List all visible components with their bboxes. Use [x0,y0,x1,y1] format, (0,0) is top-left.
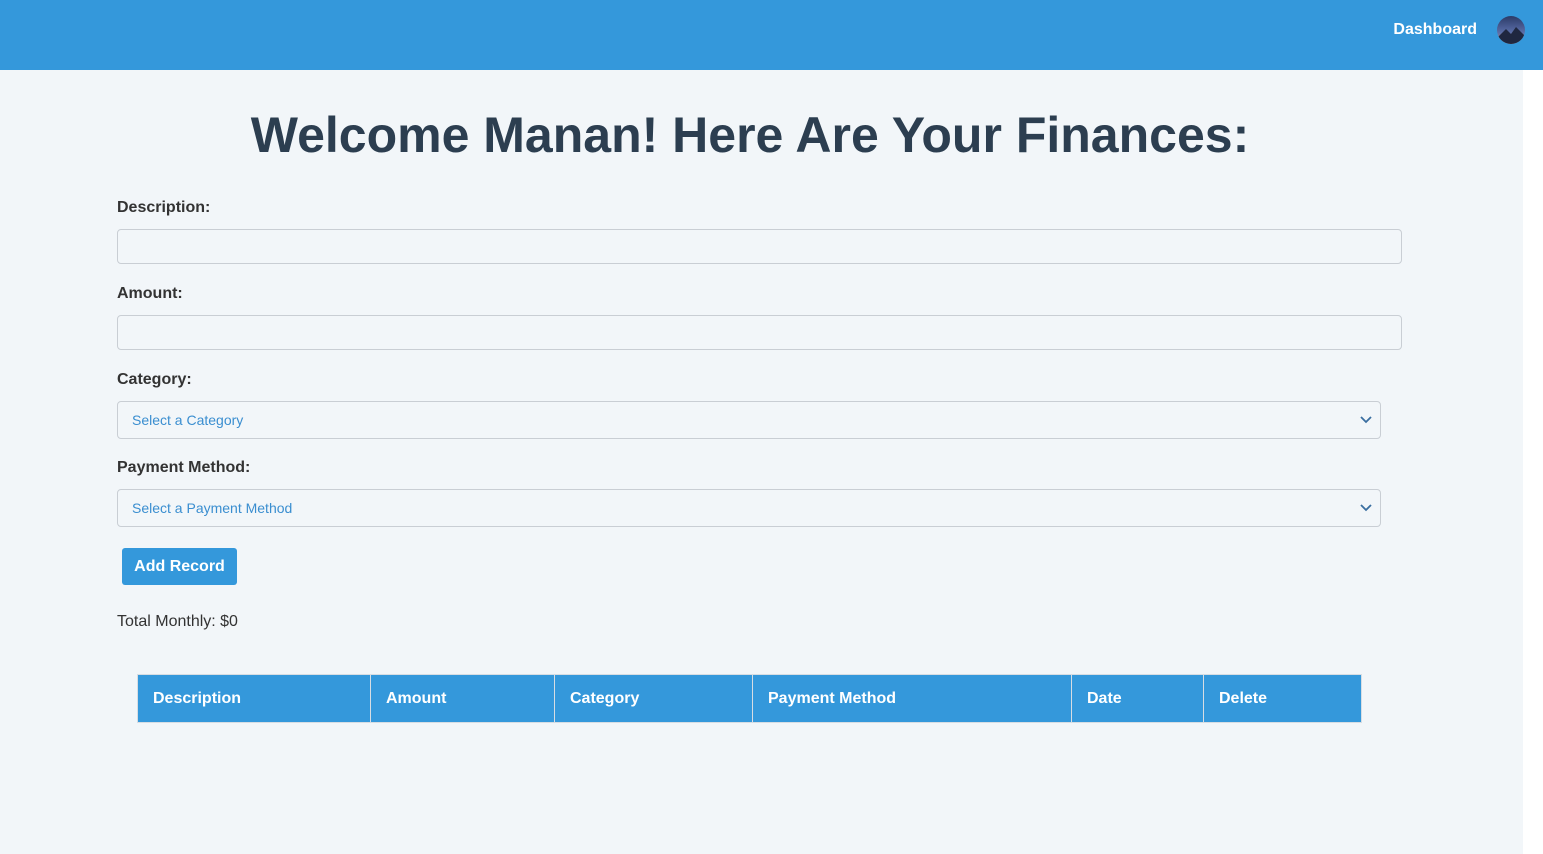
top-navbar: Dashboard [0,0,1543,70]
column-header-category: Category [555,675,753,722]
description-input[interactable] [117,229,1402,264]
column-header-date: Date [1072,675,1204,722]
column-header-description: Description [138,675,371,722]
category-select[interactable]: Select a Category [117,401,1381,439]
records-table-header: Description Amount Category Payment Meth… [137,674,1362,723]
chevron-down-icon [1360,402,1372,438]
payment-method-select[interactable]: Select a Payment Method [117,489,1381,527]
page-title: Welcome Manan! Here Are Your Finances: [250,107,1250,163]
dashboard-link[interactable]: Dashboard [1393,20,1477,40]
payment-method-label: Payment Method: [117,459,251,476]
column-header-delete: Delete [1219,690,1268,707]
category-label: Category: [117,371,192,388]
add-record-button[interactable]: Add Record [122,548,237,585]
description-label: Description: [117,199,211,216]
total-monthly: Total Monthly: $0 [117,613,238,630]
category-select-value: Select a Category [132,412,244,428]
user-avatar-icon[interactable] [1497,16,1525,44]
payment-method-select-value: Select a Payment Method [132,500,293,516]
column-header-amount: Amount [371,675,555,722]
amount-input[interactable] [117,315,1402,350]
finances-page: Welcome Manan! Here Are Your Finances: D… [0,70,1523,854]
amount-label: Amount: [117,285,183,302]
column-header-payment-method: Payment Method [753,675,1072,722]
chevron-down-icon [1360,490,1372,526]
